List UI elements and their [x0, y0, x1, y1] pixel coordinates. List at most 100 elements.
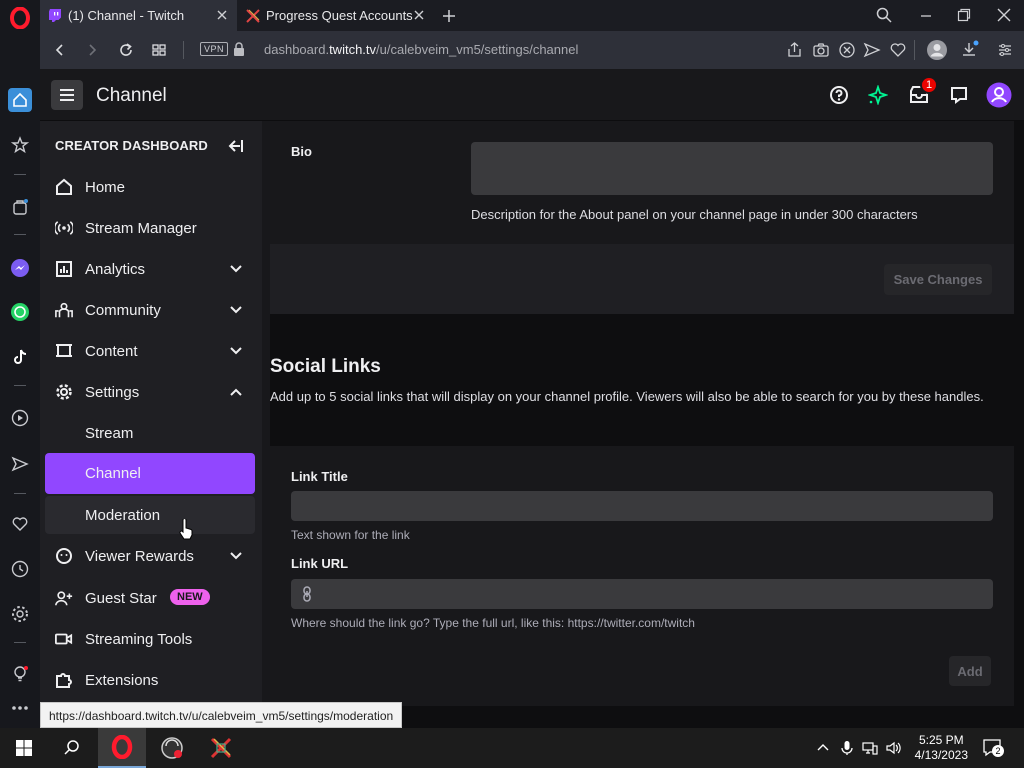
send-icon[interactable]	[8, 452, 32, 476]
home-speed-dial-icon[interactable]	[8, 88, 32, 112]
sparkle-icon[interactable]	[866, 83, 890, 107]
save-changes-button[interactable]: Save Changes	[884, 264, 992, 295]
settings-gear-icon[interactable]	[8, 602, 32, 626]
user-avatar-icon[interactable]	[986, 82, 1012, 108]
add-link-button[interactable]: Add	[949, 656, 991, 686]
shopping-icon[interactable]	[8, 195, 32, 219]
bookmark-heart-icon[interactable]	[889, 41, 907, 59]
downloads-icon[interactable]	[960, 40, 980, 60]
sidebar-item-channel[interactable]: Channel	[45, 453, 255, 494]
taskbar-progress-quest-icon[interactable]	[197, 728, 245, 768]
heart-icon[interactable]	[8, 512, 32, 536]
adblock-icon[interactable]	[838, 41, 856, 59]
tiktok-icon[interactable]	[8, 345, 32, 369]
opera-logo-icon[interactable]	[8, 6, 32, 30]
new-tab-icon[interactable]	[440, 7, 458, 25]
link-url-helper: Where should the link go? Type the full …	[291, 616, 695, 630]
bio-helper-text: Description for the About panel on your …	[471, 207, 918, 222]
chevron-down-icon	[229, 262, 243, 276]
sidebar-item-settings[interactable]: Settings	[45, 373, 255, 411]
tab-strip: (1) Channel - Twitch Progress Quest Acco…	[40, 0, 1024, 31]
puzzle-piece-icon	[55, 671, 73, 689]
snapshot-camera-icon[interactable]	[812, 41, 830, 59]
whatsapp-icon[interactable]	[8, 300, 32, 324]
sidebar-item-moderation[interactable]: Moderation	[45, 496, 255, 540]
back-icon[interactable]	[50, 40, 70, 60]
content-icon	[55, 342, 73, 360]
sidebar-item-label: Home	[85, 179, 126, 196]
sidebar-item-community[interactable]: Community	[45, 291, 255, 329]
lightbulb-icon[interactable]	[8, 662, 32, 686]
sidebar-item-label: Settings	[85, 384, 140, 401]
sidebar-item-analytics[interactable]: Analytics	[45, 250, 255, 288]
taskbar-app-icon[interactable]	[148, 728, 196, 768]
easy-setup-icon[interactable]	[996, 41, 1014, 59]
collapse-sidebar-icon[interactable]	[226, 137, 244, 155]
chevron-down-icon	[229, 303, 243, 317]
video-camera-icon	[55, 630, 73, 648]
player-icon[interactable]	[8, 406, 32, 430]
bio-card-footer: Save Changes	[270, 244, 1014, 314]
reload-icon[interactable]	[116, 40, 136, 60]
analytics-icon	[55, 260, 73, 278]
bookmarks-icon[interactable]	[8, 133, 32, 157]
tab-twitch-channel[interactable]: (1) Channel - Twitch	[40, 0, 237, 31]
search-icon[interactable]	[48, 728, 96, 768]
close-tab-icon[interactable]	[412, 8, 426, 22]
clock-time: 5:25 PM	[918, 733, 964, 747]
link-chain-icon	[299, 586, 315, 602]
tab-progress-quest[interactable]: Progress Quest Accounts	[238, 0, 434, 31]
profile-avatar-icon[interactable]	[926, 39, 948, 61]
messenger-icon[interactable]	[8, 256, 32, 280]
lock-icon[interactable]	[232, 42, 246, 57]
action-center-icon[interactable]: 2	[982, 738, 1004, 758]
restore-icon[interactable]	[955, 6, 973, 24]
sidebar-item-home[interactable]: Home	[45, 168, 255, 206]
close-tab-icon[interactable]	[215, 8, 229, 22]
url-field[interactable]: dashboard.twitch.tv/u/calebveim_vm5/sett…	[264, 42, 578, 57]
link-title-input[interactable]	[291, 491, 993, 521]
history-icon[interactable]	[8, 557, 32, 581]
community-icon	[55, 301, 73, 319]
social-links-title: Social Links	[270, 356, 381, 377]
chevron-up-icon	[229, 385, 243, 399]
sidebar-item-content[interactable]: Content	[45, 332, 255, 370]
flow-send-icon[interactable]	[863, 41, 881, 59]
tab-search-icon[interactable]	[875, 6, 893, 24]
sidebar-item-viewer-rewards[interactable]: Viewer Rewards	[45, 537, 255, 575]
sidebar-title: CREATOR DASHBOARD	[55, 138, 208, 153]
sidebar-item-guest-star[interactable]: Guest Star NEW	[45, 579, 255, 617]
taskbar-clock[interactable]: 5:25 PM 4/13/2023	[915, 733, 968, 763]
sidebar-item-streaming-tools[interactable]: Streaming Tools	[45, 620, 255, 658]
tabs-overview-icon[interactable]	[149, 40, 169, 60]
sidebar-item-stream-manager[interactable]: Stream Manager	[45, 209, 255, 247]
viewer-rewards-icon	[55, 547, 73, 565]
network-icon[interactable]	[862, 740, 878, 756]
close-window-icon[interactable]	[995, 6, 1013, 24]
hamburger-menu-button[interactable]	[51, 80, 83, 110]
share-icon[interactable]	[786, 41, 804, 59]
sidebar-item-label: Stream Manager	[85, 220, 197, 237]
forward-icon[interactable]	[82, 40, 102, 60]
taskbar-opera-icon[interactable]	[98, 728, 146, 768]
link-title-label: Link Title	[291, 469, 348, 484]
windows-start-icon[interactable]	[0, 728, 48, 768]
sidebar-item-label: Analytics	[85, 261, 146, 278]
new-badge: NEW	[170, 589, 210, 605]
link-url-input[interactable]	[291, 579, 993, 609]
sidebar-item-stream[interactable]: Stream	[45, 414, 255, 452]
bio-textarea[interactable]	[471, 142, 993, 195]
twitch-top-nav: Channel 1	[40, 69, 1024, 121]
tab-title: Progress Quest Accounts	[266, 8, 413, 23]
tab-title: (1) Channel - Twitch	[68, 8, 185, 23]
creator-dashboard-sidebar: CREATOR DASHBOARD Home Stream Manager An…	[40, 121, 262, 728]
whispers-icon[interactable]	[947, 83, 971, 107]
sidebar-item-extensions[interactable]: Extensions	[45, 661, 255, 699]
more-dots-icon[interactable]	[8, 696, 32, 720]
vpn-badge[interactable]: VPN	[200, 42, 229, 56]
microphone-icon[interactable]	[839, 740, 855, 756]
tray-chevron-up-icon[interactable]	[815, 740, 831, 756]
volume-icon[interactable]	[885, 740, 901, 756]
minimize-icon[interactable]	[917, 6, 935, 24]
help-icon[interactable]	[827, 83, 851, 107]
